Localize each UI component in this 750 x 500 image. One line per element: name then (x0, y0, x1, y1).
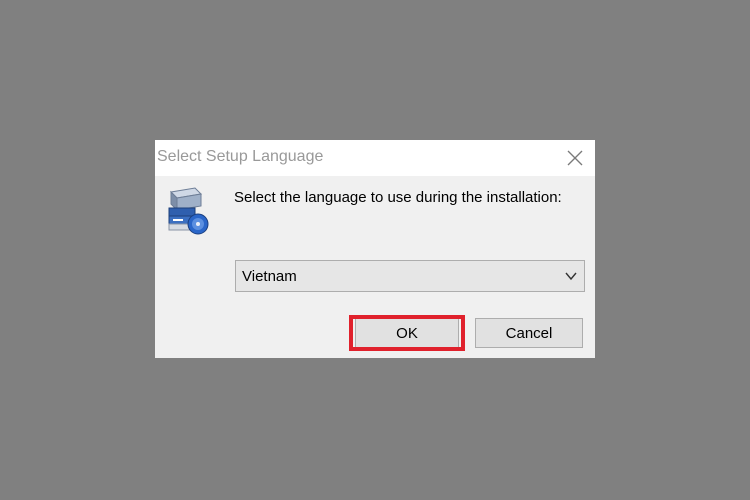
cancel-button[interactable]: Cancel (475, 318, 583, 348)
close-button[interactable] (561, 144, 589, 172)
language-select[interactable]: Vietnam (235, 260, 585, 292)
setup-computer-icon (165, 186, 211, 236)
instruction-text: Select the language to use during the in… (234, 189, 562, 206)
dialog-title: Select Setup Language (157, 148, 324, 165)
chevron-down-icon (565, 272, 577, 281)
setup-language-dialog: Select Setup Language Select the languag… (155, 140, 595, 358)
close-icon (567, 150, 583, 166)
selected-language: Vietnam (242, 268, 297, 285)
titlebar: Select Setup Language (155, 140, 595, 176)
ok-button[interactable]: OK (355, 318, 459, 348)
